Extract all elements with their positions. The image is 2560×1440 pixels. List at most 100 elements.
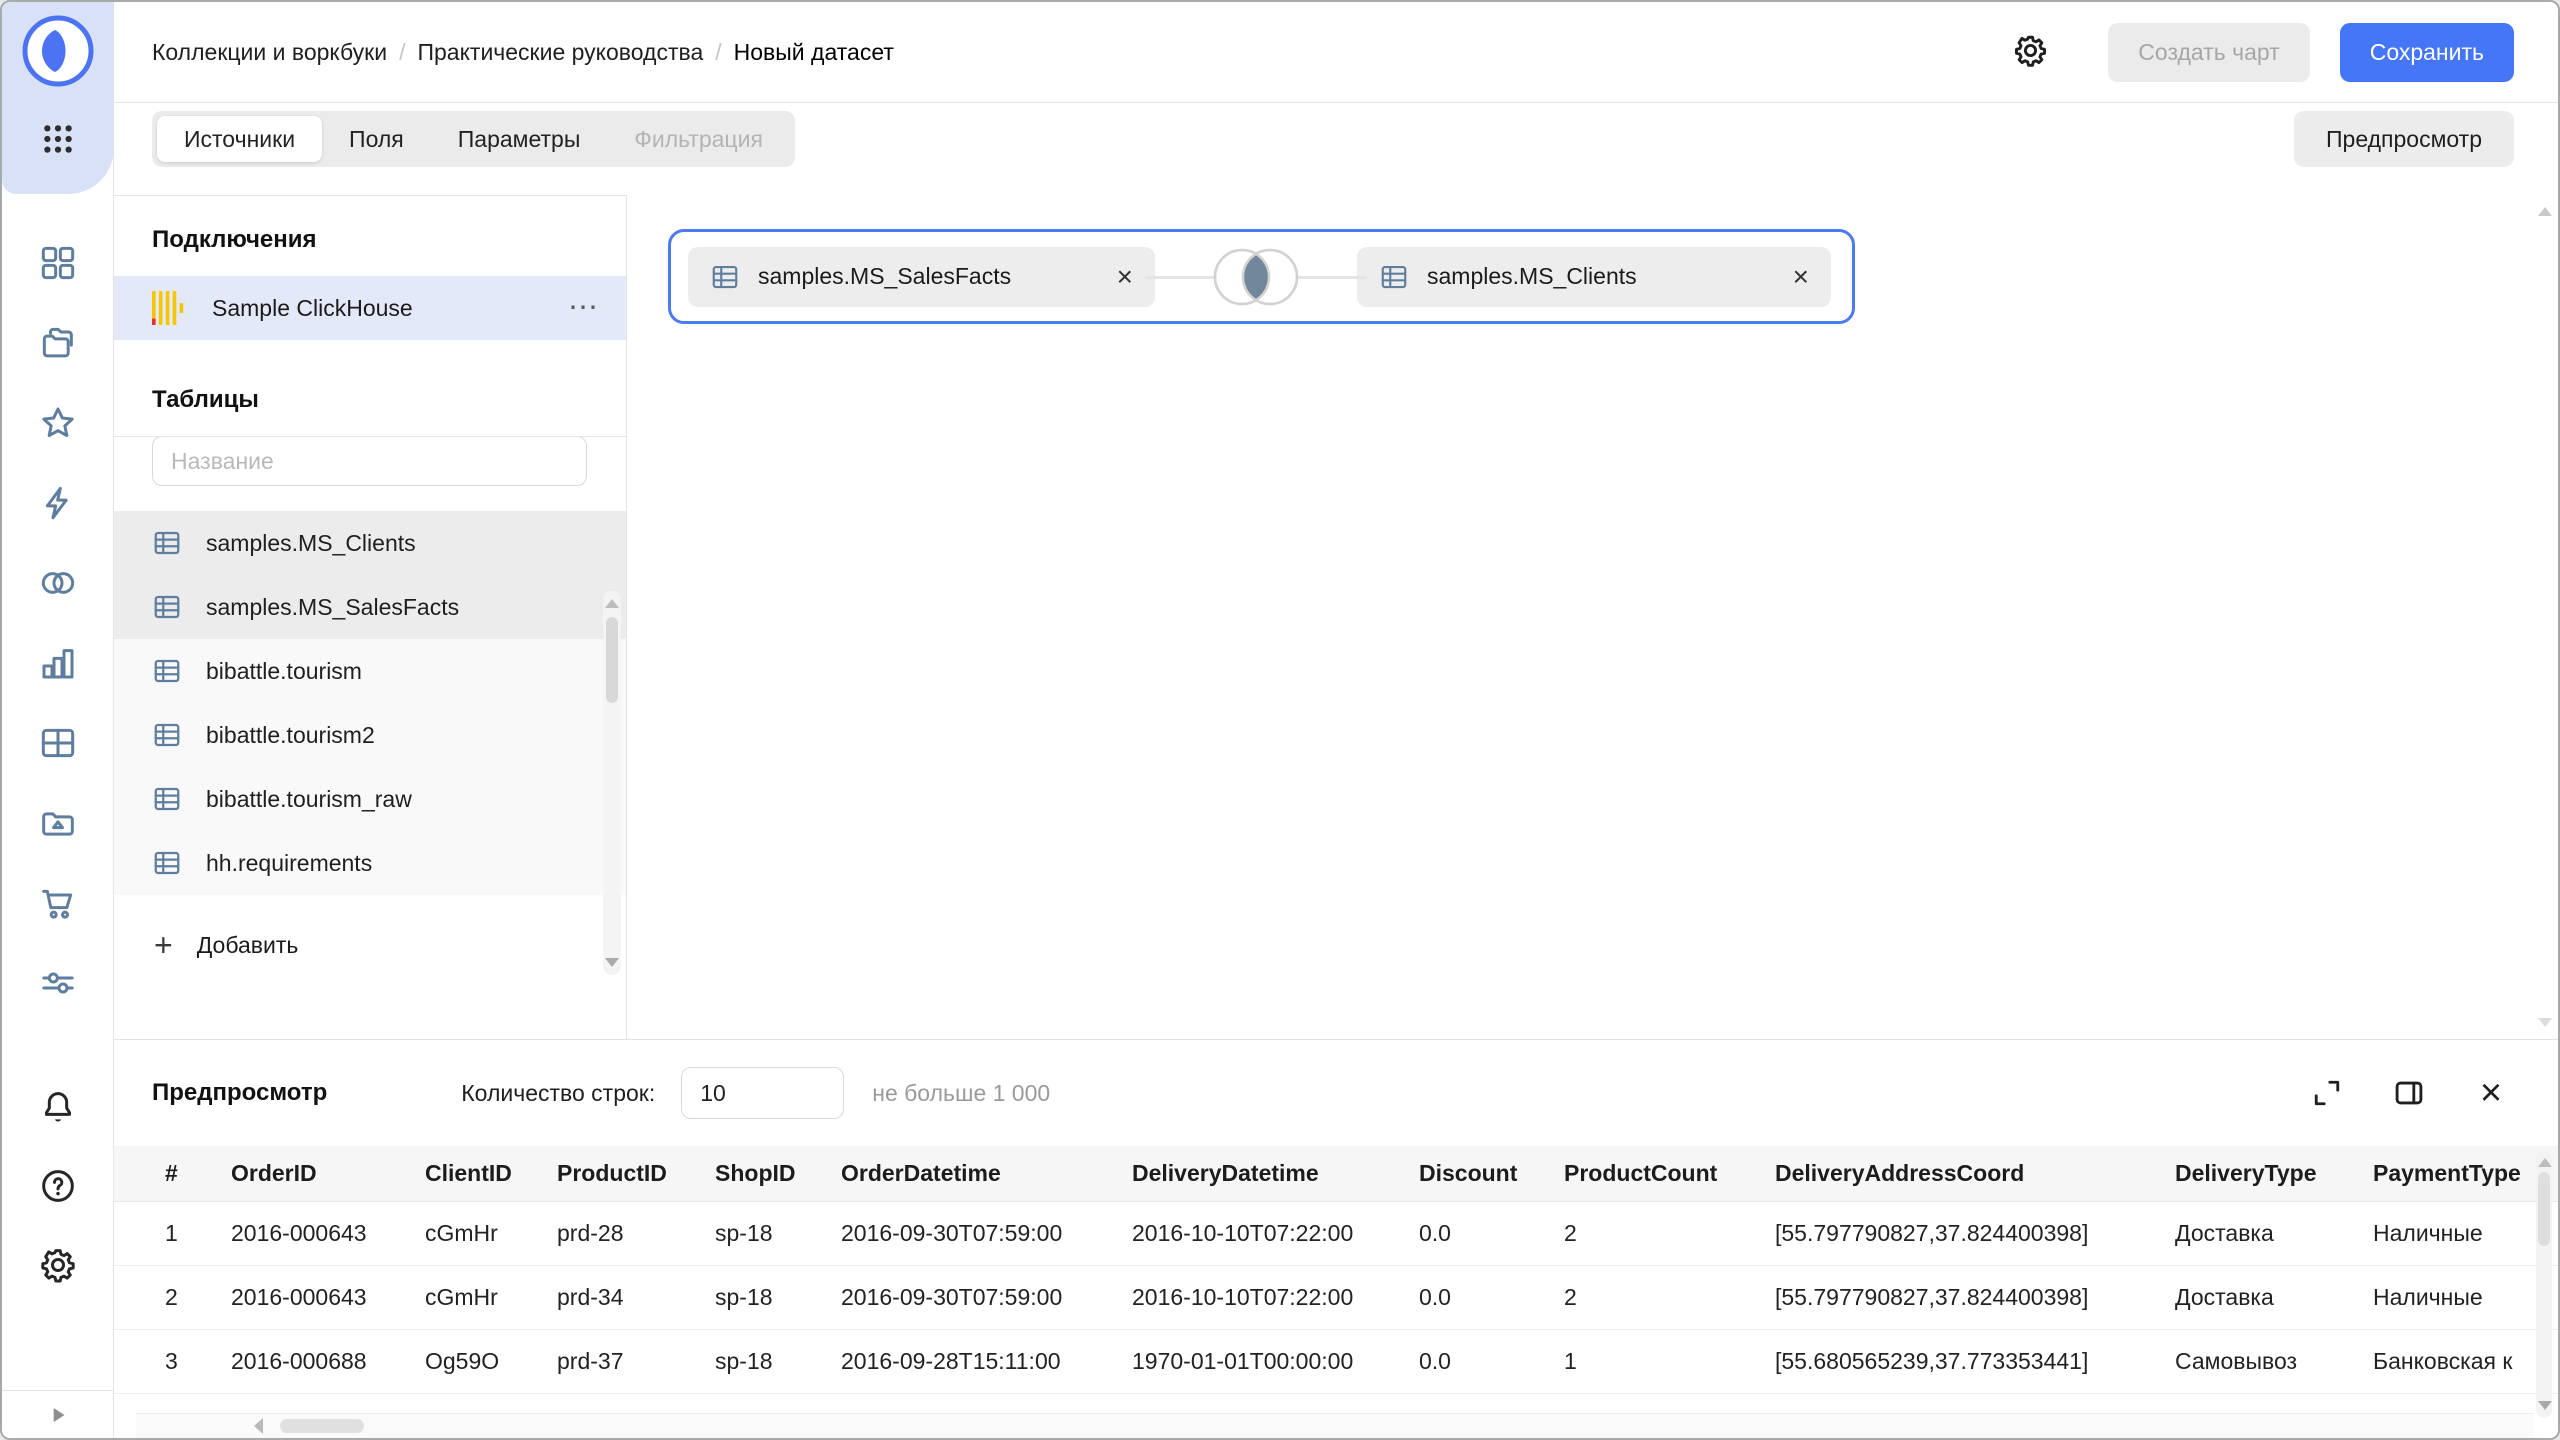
close-preview-icon[interactable]: ×	[2472, 1074, 2510, 1112]
sidebar-tiles-icon[interactable]	[38, 243, 78, 283]
scrollbar-thumb[interactable]	[2538, 1172, 2550, 1246]
table-list-item[interactable]: samples.MS_Clients	[114, 511, 626, 575]
sidebar-gear-icon[interactable]	[38, 1245, 78, 1285]
clickhouse-logo-icon	[152, 291, 186, 325]
tab-Поля[interactable]: Поля	[322, 116, 431, 162]
save-button[interactable]: Сохранить	[2340, 23, 2514, 82]
sidebar-marketplace-cart-icon[interactable]	[38, 883, 78, 923]
row-count-input[interactable]	[681, 1067, 844, 1119]
table-icon	[1379, 262, 1409, 292]
canvas-scrollbar[interactable]	[2537, 203, 2553, 1031]
tab-Фильтрация[interactable]: Фильтрация	[607, 116, 790, 162]
column-header[interactable]: #	[165, 1160, 231, 1187]
row-count-label: Количество строк:	[461, 1080, 655, 1107]
sidebar-collections-icon[interactable]	[38, 323, 78, 363]
expand-preview-icon[interactable]	[2308, 1074, 2346, 1112]
sidebar-expand-button[interactable]	[2, 1390, 113, 1438]
datalens-logo-icon[interactable]	[22, 15, 94, 87]
table-list-item[interactable]: bibattle.tourism_raw	[114, 767, 626, 831]
row-count-hint: не больше 1 000	[872, 1080, 1050, 1107]
tab-Источники[interactable]: Источники	[157, 116, 322, 162]
table-cell: 0.0	[1419, 1284, 1564, 1311]
table-cell: Доставка	[2175, 1284, 2373, 1311]
split-view-icon[interactable]	[2390, 1074, 2428, 1112]
connection-more-icon[interactable]: ⋯	[564, 293, 602, 323]
tab-bar: ИсточникиПоляПараметрыФильтрация Предпро…	[114, 103, 2558, 199]
inner-join-venn-icon[interactable]	[1208, 244, 1304, 310]
preview-v-scrollbar[interactable]	[2536, 1150, 2552, 1418]
table-cell: [55.797790827,37.824400398]	[1775, 1220, 2175, 1247]
connection-name: Sample ClickHouse	[212, 295, 564, 322]
scroll-up-icon[interactable]	[2538, 1158, 2552, 1167]
column-header[interactable]: DeliveryType	[2175, 1160, 2373, 1187]
breadcrumb-item[interactable]: Новый датасет	[734, 39, 894, 66]
scroll-down-icon[interactable]	[605, 958, 619, 967]
scrollbar-thumb[interactable]	[280, 1419, 364, 1433]
join-group: samples.MS_SalesFacts × samples.MS_Clien…	[668, 229, 1855, 324]
scroll-up-icon[interactable]	[605, 599, 619, 608]
table-cell: Самовывоз	[2175, 1348, 2373, 1375]
column-header[interactable]: DeliveryDatetime	[1132, 1160, 1419, 1187]
breadcrumb-item[interactable]: Практические руководства	[417, 39, 703, 66]
tables-list-scrollbar[interactable]	[603, 591, 621, 975]
dataset-settings-gear-icon[interactable]	[2010, 32, 2050, 72]
tab-Параметры[interactable]: Параметры	[431, 116, 608, 162]
join-canvas: samples.MS_SalesFacts × samples.MS_Clien…	[628, 195, 2558, 1039]
table-icon	[152, 656, 182, 686]
column-header[interactable]: Discount	[1419, 1160, 1564, 1187]
sidebar-bell-icon[interactable]	[38, 1087, 78, 1127]
table-cell: 2	[1564, 1220, 1775, 1247]
scrollbar-thumb[interactable]	[606, 617, 618, 703]
sidebar-bar-chart-icon[interactable]	[38, 643, 78, 683]
sidebar-help-icon[interactable]	[38, 1166, 78, 1206]
sidebar-bottom-nav	[2, 1087, 114, 1285]
table-cell: 1970-01-01T00:00:00	[1132, 1348, 1419, 1375]
create-chart-button[interactable]: Создать чарт	[2108, 23, 2309, 82]
remove-source-icon[interactable]: ×	[1777, 263, 1809, 291]
plus-icon: +	[154, 929, 173, 961]
table-list-item[interactable]: samples.MS_SalesFacts	[114, 575, 626, 639]
sidebar-connections-venn-icon[interactable]	[38, 563, 78, 603]
apps-grid-icon[interactable]	[41, 122, 75, 156]
column-header[interactable]: ProductID	[557, 1160, 715, 1187]
scroll-up-icon[interactable]	[2538, 207, 2552, 216]
sidebar-storage-folder-icon[interactable]	[38, 803, 78, 843]
preview-toggle-button[interactable]: Предпросмотр	[2294, 111, 2514, 167]
tables-title: Таблицы	[114, 386, 626, 414]
remove-source-icon[interactable]: ×	[1101, 263, 1133, 291]
scroll-left-icon[interactable]	[254, 1418, 263, 1434]
table-cell: 2016-10-10T07:22:00	[1132, 1220, 1419, 1247]
join-connector	[1155, 229, 1357, 324]
table-list-item[interactable]: bibattle.tourism	[114, 639, 626, 703]
source-chip-salesfacts[interactable]: samples.MS_SalesFacts ×	[688, 247, 1155, 307]
table-row: 12016-000643cGmHrprd-28sp-182016-09-30T0…	[114, 1202, 2558, 1266]
scroll-down-icon[interactable]	[2538, 1401, 2552, 1410]
table-cell: 2016-09-30T07:59:00	[841, 1284, 1132, 1311]
column-header[interactable]: ShopID	[715, 1160, 841, 1187]
column-header[interactable]: OrderDatetime	[841, 1160, 1132, 1187]
table-cell: sp-18	[715, 1220, 841, 1247]
table-list-item[interactable]: bibattle.tourism2	[114, 703, 626, 767]
sidebar-lightning-icon[interactable]	[38, 483, 78, 523]
source-chip-clients[interactable]: samples.MS_Clients ×	[1357, 247, 1831, 307]
column-header[interactable]: PaymentType	[2373, 1160, 2558, 1187]
preview-panel: Предпросмотр Количество строк: не больше…	[114, 1039, 2558, 1438]
column-header[interactable]: DeliveryAddressCoord	[1775, 1160, 2175, 1187]
scroll-down-icon[interactable]	[2538, 1018, 2552, 1027]
column-header[interactable]: ProductCount	[1564, 1160, 1775, 1187]
sidebar-favorites-icon[interactable]	[38, 403, 78, 443]
connection-item[interactable]: Sample ClickHouse ⋯	[114, 276, 626, 340]
table-search-input[interactable]	[152, 436, 587, 486]
table-cell: [55.680565239,37.773353441]	[1775, 1348, 2175, 1375]
column-header[interactable]: OrderID	[231, 1160, 425, 1187]
table-cell: 2016-09-30T07:59:00	[841, 1220, 1132, 1247]
tab-group: ИсточникиПоляПараметрыФильтрация	[152, 111, 795, 167]
column-header[interactable]: ClientID	[425, 1160, 557, 1187]
table-list-item[interactable]: hh.requirements	[114, 831, 626, 895]
breadcrumb-item[interactable]: Коллекции и воркбуки	[152, 39, 387, 66]
preview-h-scrollbar[interactable]	[136, 1413, 2534, 1438]
sidebar-datasets-table-icon[interactable]	[38, 723, 78, 763]
add-table-button[interactable]: + Добавить	[114, 917, 298, 973]
table-cell: 2016-000688	[231, 1348, 425, 1375]
sidebar-services-sliders-icon[interactable]	[38, 963, 78, 1003]
